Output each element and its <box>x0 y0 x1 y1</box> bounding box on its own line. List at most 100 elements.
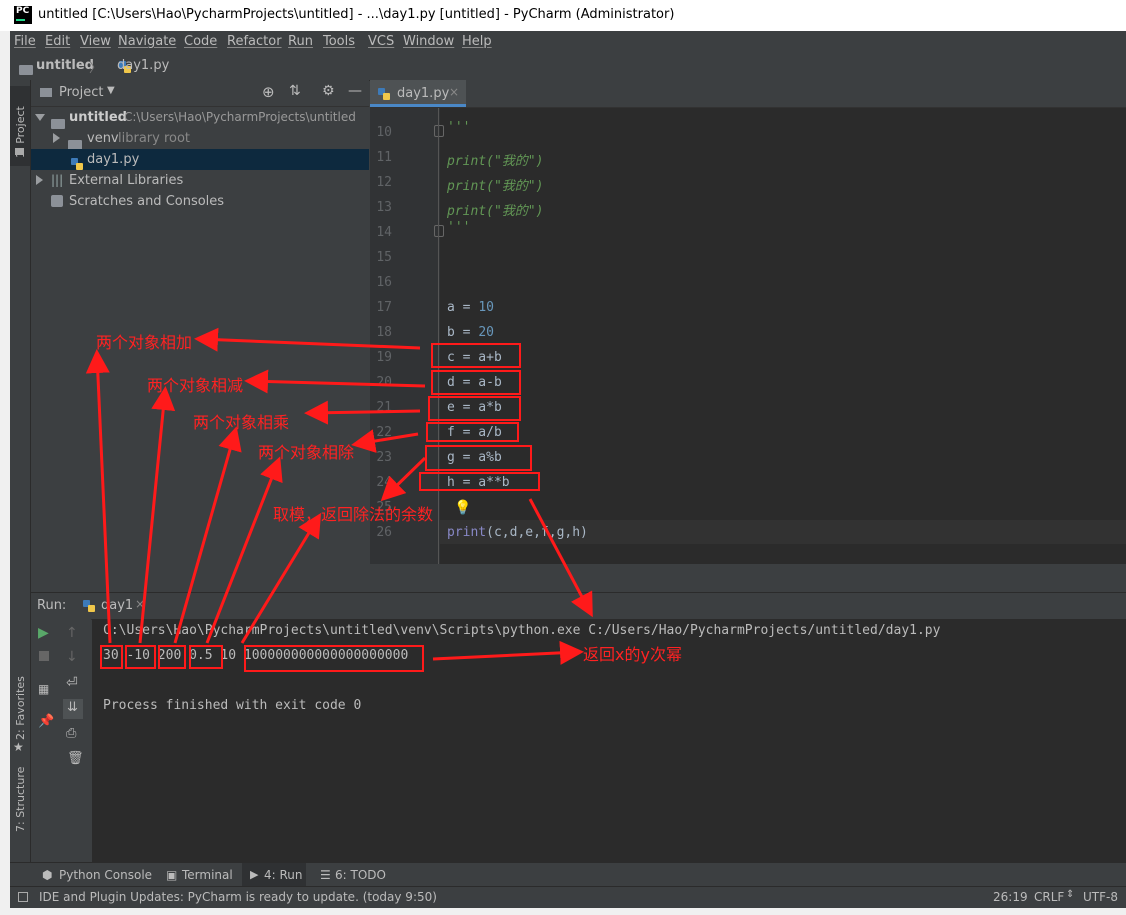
tree-item-label: venv <box>87 131 119 146</box>
menu-bar: File Edit View Navigate Code Refactor Ru… <box>10 31 1126 54</box>
tab-todo[interactable]: 6: TODO <box>335 868 386 882</box>
event-log-icon[interactable] <box>18 892 28 902</box>
rerun-icon[interactable]: ▶ <box>38 625 49 641</box>
code-token: a = <box>447 300 479 315</box>
tool-window-tabs: ⬢ Python Console ▣ Terminal ▶ 4: Run ☰ 6… <box>10 862 1126 887</box>
soft-wrap-icon[interactable]: ⏎ <box>66 675 78 691</box>
stop-icon[interactable] <box>39 651 49 661</box>
menu-edit[interactable]: Edit <box>45 34 70 49</box>
menu-file[interactable]: File <box>14 34 36 49</box>
tab-terminal[interactable]: Terminal <box>182 868 233 882</box>
line-number: 11 <box>376 150 392 165</box>
menu-refactor[interactable]: Refactor <box>227 34 282 49</box>
pin-icon[interactable]: 📌 <box>38 714 54 729</box>
collapse-all-icon[interactable]: ⇅ <box>289 83 301 99</box>
arrow-down-icon[interactable]: ↓ <box>66 649 78 665</box>
layout-icon[interactable]: ▦ <box>38 682 49 696</box>
line-number: 21 <box>376 400 392 415</box>
folder-icon <box>51 118 65 129</box>
python-file-icon <box>83 600 95 613</box>
editor-tabs-bar: day1.py × <box>370 80 1126 108</box>
code-docstring: ''' <box>447 220 471 235</box>
code-number: 20 <box>478 325 494 340</box>
menu-code[interactable]: Code <box>184 34 217 49</box>
tree-item-day1[interactable]: day1.py <box>31 149 369 170</box>
tab-run: 4: Run <box>264 868 303 882</box>
line-number: 24 <box>376 475 392 490</box>
python-console-icon: ⬢ <box>42 868 53 882</box>
menu-navigate[interactable]: Navigate <box>118 34 176 49</box>
status-bar: IDE and Plugin Updates: PyCharm is ready… <box>10 886 1126 909</box>
close-icon[interactable]: × <box>135 597 145 611</box>
file-encoding[interactable]: UTF-8 <box>1083 890 1118 904</box>
line-number: 13 <box>376 200 392 215</box>
line-number: 12 <box>376 175 392 190</box>
code-token: print <box>447 154 487 169</box>
hide-icon[interactable]: — <box>348 83 362 99</box>
code-token: (c,d,e,f,g,h) <box>486 525 588 540</box>
breadcrumb-file[interactable]: day1.py <box>117 58 169 73</box>
menu-vcs[interactable]: VCS <box>368 34 394 49</box>
menu-run[interactable]: Run <box>288 34 313 49</box>
project-view-icon <box>40 88 52 97</box>
expand-arrow-icon[interactable] <box>35 114 45 121</box>
caret-position[interactable]: 26:19 <box>993 890 1028 904</box>
project-folder-icon <box>19 64 33 75</box>
annotation-label-mod: 取模，返回除法的余数 <box>273 505 434 524</box>
tree-item-untitled[interactable]: untitled C:\Users\Hao\PycharmProjects\un… <box>31 107 369 129</box>
annotation-box-out-sub <box>125 645 156 669</box>
star-icon: ★ <box>13 740 24 754</box>
menu-view[interactable]: View <box>80 34 111 49</box>
code-docstring: ''' <box>447 120 471 135</box>
annotation-box-mul <box>428 396 521 421</box>
fold-marker-icon[interactable] <box>434 125 444 137</box>
code-line-17: a = 10 <box>447 300 494 315</box>
desktop-taskbar-edge <box>0 908 1126 915</box>
structure-tool-tab[interactable]: 7: Structure <box>14 767 27 832</box>
menu-window[interactable]: Window <box>403 34 454 49</box>
pycharm-app-icon: PC <box>14 6 32 24</box>
project-view-label[interactable]: Project <box>59 85 103 100</box>
line-number: 26 <box>376 525 392 540</box>
tab-python-console[interactable]: Python Console <box>59 868 152 882</box>
scroll-to-end-toggle[interactable]: ⇊ <box>63 699 83 719</box>
tree-item-label: day1.py <box>87 152 140 167</box>
collapse-arrow-icon[interactable] <box>53 133 60 143</box>
menu-help[interactable]: Help <box>462 34 492 49</box>
fold-marker-icon[interactable] <box>434 225 444 237</box>
lightbulb-icon[interactable]: 💡 <box>454 500 471 516</box>
arrow-up-icon[interactable]: ↑ <box>66 625 78 641</box>
line-separator[interactable]: CRLF <box>1034 890 1064 904</box>
code-token: ("我的") <box>486 179 544 194</box>
editor-tab-day1[interactable]: day1.py × <box>370 80 466 107</box>
line-number: 20 <box>376 375 392 390</box>
code-line-11: print("我的") <box>447 150 543 169</box>
annotation-box-sub <box>431 370 521 395</box>
library-icon: ||| <box>51 173 64 187</box>
collapse-arrow-icon[interactable] <box>36 175 43 185</box>
tree-item-label: untitled <box>69 110 127 125</box>
favorites-tool-tab[interactable]: 2: Favorites <box>14 676 27 740</box>
line-number: 10 <box>376 125 392 140</box>
code-line-18: b = 20 <box>447 325 494 340</box>
print-icon[interactable]: ⎙ <box>66 726 76 741</box>
tab-run-active[interactable]: ▶ 4: Run <box>242 863 306 887</box>
run-config-tab[interactable]: day1 <box>101 598 133 613</box>
gear-icon[interactable]: ⚙ <box>322 83 335 99</box>
status-message[interactable]: IDE and Plugin Updates: PyCharm is ready… <box>39 890 437 904</box>
line-number: 23 <box>376 450 392 465</box>
breadcrumb-project[interactable]: untitled <box>36 58 94 73</box>
tree-item-external-libraries[interactable]: ||| External Libraries <box>31 170 369 191</box>
trash-icon[interactable]: 🗑 <box>67 751 84 766</box>
code-token: print <box>447 204 487 219</box>
breadcrumb-separator-icon: 〉 <box>89 61 103 76</box>
chevron-down-icon[interactable]: ▼ <box>107 85 115 96</box>
close-icon[interactable]: × <box>449 85 459 99</box>
code-editor[interactable]: 10 11 12 13 14 15 16 17 18 19 20 21 22 2… <box>370 108 1126 564</box>
tree-item-venv[interactable]: venv library root <box>31 128 369 150</box>
locate-icon[interactable]: ⊕ <box>262 83 275 101</box>
desktop-edge <box>0 31 10 908</box>
menu-tools[interactable]: Tools <box>323 34 355 49</box>
tree-item-scratches[interactable]: Scratches and Consoles <box>31 191 369 212</box>
project-panel-header: Project ▼ ⊕ ⇅ ⚙ — <box>31 80 369 107</box>
